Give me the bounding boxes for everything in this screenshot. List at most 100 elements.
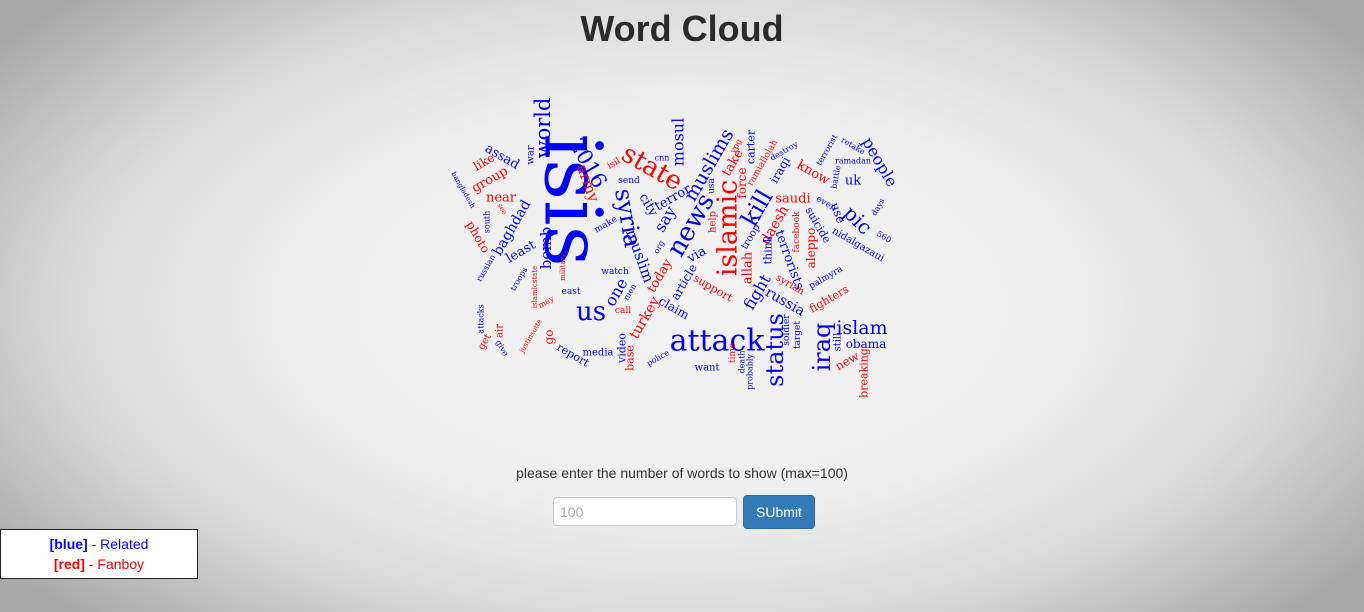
word-count-prompt: please enter the number of words to show… <box>516 465 848 481</box>
cloud-word-muslim: muslim <box>622 227 658 285</box>
cloud-word-facebook: facebook <box>792 211 802 253</box>
cloud-word-may: may <box>536 294 556 310</box>
cloud-word-560: 560 <box>875 229 893 244</box>
cloud-word-russian: russian <box>475 253 498 283</box>
legend: [blue] - Related [red] - Fanboy <box>0 529 198 579</box>
cloud-word-daesh: daesh <box>758 203 793 247</box>
cloud-word-military: military <box>559 253 567 281</box>
cloud-word-mosul: mosul <box>669 118 688 166</box>
cloud-word-terror: terror <box>652 181 694 214</box>
legend-red-text: - Fanboy <box>84 556 145 572</box>
cloud-word-probably: probably <box>746 354 755 390</box>
cloud-word-still: still <box>833 333 844 352</box>
cloud-word-video: video <box>616 333 629 364</box>
cloud-word-ypg: ypg <box>728 137 744 155</box>
cloud-word-fighters: fighters <box>807 282 851 315</box>
cloud-word-syrian: syrian <box>774 272 807 297</box>
cloud-word-allah: allah <box>741 251 756 284</box>
cloud-word-near: near <box>486 191 517 206</box>
cloud-word-say: say <box>650 203 680 236</box>
cloud-word-police: police <box>645 348 671 368</box>
cloud-word-report: report <box>555 341 592 370</box>
cloud-word-even: even <box>814 194 838 214</box>
submit-button[interactable]: SUbmit <box>743 495 815 529</box>
cloud-word-islam: islam <box>836 317 887 339</box>
cloud-word-cnn: cnn <box>655 154 670 163</box>
cloud-word-article: article <box>668 262 700 303</box>
cloud-word-justinsotte: justinsotte <box>518 318 544 355</box>
cloud-word-org: org <box>652 239 667 255</box>
cloud-word-ramiallolah: ramiallolah <box>746 138 781 188</box>
cloud-word-status: status <box>761 313 789 387</box>
cloud-word-saudi: saudi <box>775 192 810 207</box>
cloud-word-send: send <box>618 176 640 186</box>
cloud-word-state: state <box>616 139 687 198</box>
cloud-word-syria: syria <box>609 186 647 249</box>
cloud-word-watch: watch <box>601 267 629 277</box>
cloud-word-men: men <box>622 282 639 302</box>
cloud-word-terrorist: terrorist <box>815 132 840 167</box>
cloud-word-get: get <box>476 332 494 352</box>
cloud-word-least: least <box>504 237 539 266</box>
cloud-word-call: call <box>615 306 631 316</box>
cloud-word-support: support <box>691 272 735 305</box>
cloud-word-help: help <box>708 211 719 233</box>
cloud-word-palmyra: palmyra <box>807 264 845 292</box>
cloud-word-world: world <box>531 98 555 159</box>
cloud-word-isil: isil <box>606 156 623 171</box>
word-count-input[interactable] <box>553 497 737 526</box>
legend-blue-text: - Related <box>87 536 149 552</box>
page-title: Word Cloud <box>580 8 784 49</box>
cloud-word-ramadan: ramadan <box>835 157 871 166</box>
cloud-word-troop: troop <box>739 222 762 251</box>
cloud-word-target: target <box>793 321 803 349</box>
cloud-word-isis: isis <box>527 133 620 266</box>
cloud-word-muslims: muslims <box>679 125 738 205</box>
cloud-word-take: take <box>719 147 746 179</box>
cloud-word-city: city <box>636 191 661 220</box>
cloud-word-war: war <box>526 145 537 165</box>
cloud-word-new: new <box>833 348 862 373</box>
cloud-word-bangladesh: bangladesh <box>449 170 477 210</box>
cloud-word-soldier: soldier <box>782 314 792 346</box>
cloud-word-terrorists: terrorists <box>771 228 806 292</box>
cloud-word-use: use <box>828 201 848 226</box>
cloud-word-claim: claim <box>656 294 692 323</box>
cloud-word-give: give <box>494 338 510 357</box>
cloud-word-uk: uk <box>845 174 861 189</box>
cloud-word-suicide: suicide <box>802 205 833 246</box>
cloud-word-via: via <box>684 244 709 267</box>
cloud-word-usa: usa <box>707 177 717 193</box>
cloud-word-aleppo: aleppo <box>804 228 818 269</box>
cloud-word-assad: assad <box>482 141 522 173</box>
cloud-word-east: east <box>562 287 581 297</box>
cloud-word-breaking: breaking <box>858 348 871 398</box>
cloud-word-troops: troops <box>509 266 530 293</box>
cloud-word-baghdad: baghdad <box>490 197 535 258</box>
cloud-word-islamic: islamic <box>713 180 744 277</box>
cloud-word-south: south <box>483 211 492 233</box>
legend-blue-key: [blue] <box>49 536 88 552</box>
cloud-word-group: group <box>469 164 510 197</box>
cloud-word-media: media <box>583 348 614 359</box>
cloud-word-death: death <box>738 351 747 374</box>
cloud-word-see: see <box>496 202 509 216</box>
cloud-word-news: news <box>661 188 721 262</box>
cloud-word-time: time <box>728 343 738 363</box>
cloud-word-army: army <box>573 162 603 205</box>
legend-red-key: [red] <box>53 556 85 572</box>
cloud-word-battle: battle <box>830 164 843 189</box>
legend-fanboy: [red] - Fanboy <box>1 554 197 574</box>
cloud-word-think: think <box>762 235 775 264</box>
cloud-word-force: force <box>735 167 749 198</box>
cloud-word-today: today <box>644 256 676 296</box>
cloud-word-go: go <box>542 330 556 345</box>
cloud-word-destroy: destroy <box>769 139 800 162</box>
cloud-word-pic: pic <box>839 201 877 239</box>
cloud-word-iraqi: iraqi <box>767 154 793 186</box>
cloud-word-one: one <box>600 275 631 310</box>
cloud-word-turkey: turkey <box>627 294 664 342</box>
cloud-word-like: like <box>471 150 497 173</box>
cloud-word-attack: attack <box>670 324 766 359</box>
cloud-word-fight: fight <box>739 270 775 313</box>
